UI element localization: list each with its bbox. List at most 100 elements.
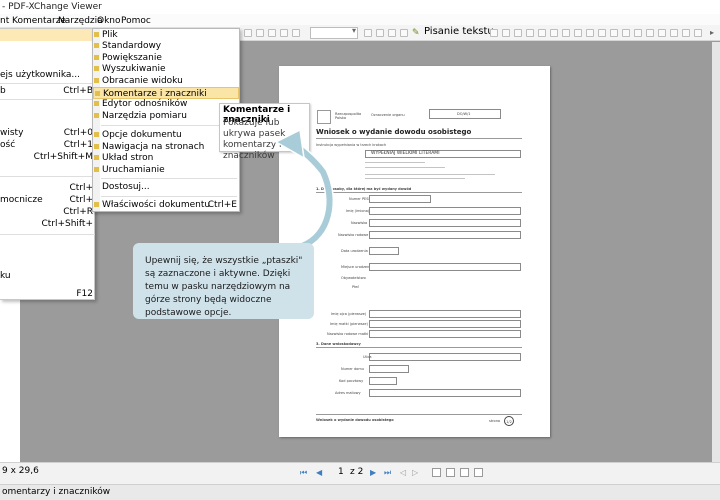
label-surname: Nazwisko (351, 221, 368, 225)
tool-icon[interactable] (658, 29, 666, 37)
single-page-icon[interactable] (432, 468, 441, 477)
first-page-icon[interactable]: ⏮ (300, 468, 307, 478)
menu-item-ku[interactable]: ku (0, 270, 95, 282)
menu-tools[interactable]: Narzędzia (58, 14, 103, 28)
tool-icon[interactable] (514, 29, 522, 37)
menu-item-width[interactable]: ość Ctrl+1 (0, 139, 95, 151)
menu-help[interactable]: Pomoc (121, 14, 151, 28)
tool-icon[interactable] (388, 29, 396, 37)
menu-item-f12[interactable]: F12 (0, 288, 95, 300)
checkmark-icon (94, 66, 99, 71)
submenu-item-links[interactable]: Edytor odnośników (93, 98, 239, 110)
tool-icon[interactable] (364, 29, 372, 37)
tool-icon[interactable] (550, 29, 558, 37)
view-menu: ejs użytkownika... b Ctrl+B wisty Ctrl+0 o… (0, 28, 95, 300)
submenu-item-properties[interactable]: Właściwości dokumentu Ctrl+E (93, 199, 239, 211)
tool-icon[interactable] (562, 29, 570, 37)
menu-item-ctrl[interactable]: Ctrl+ (0, 182, 95, 194)
tool-icon[interactable] (670, 29, 678, 37)
pen-icon[interactable]: ✎ (412, 28, 420, 38)
tool-icon[interactable] (502, 29, 510, 37)
tool-icon[interactable] (280, 29, 288, 37)
label-postcode: Kod pocztowy (339, 379, 364, 383)
doc-line (365, 162, 425, 163)
tool-icon[interactable] (526, 29, 534, 37)
checkmark-icon (94, 202, 99, 207)
menu-item-user-interface[interactable]: ejs użytkownika... (0, 69, 95, 81)
submenu-item-layout[interactable]: Układ stron (93, 152, 239, 164)
menu-window[interactable]: Okno (97, 14, 121, 28)
surname-field (369, 219, 521, 227)
tool-icon[interactable] (538, 29, 546, 37)
last-page-icon[interactable]: ⏭ (384, 468, 391, 478)
tool-icon[interactable] (376, 29, 384, 37)
label-email: Adres mailowy (335, 391, 361, 395)
checkmark-icon (94, 144, 99, 149)
submenu-item-customize[interactable]: Dostosuj... (93, 181, 239, 193)
menu-separator (0, 176, 95, 177)
tool-icon[interactable] (622, 29, 630, 37)
section-1: 1. Dane osoby, dla której ma być wydany … (316, 187, 412, 191)
label-father-name: Imię ojca (pierwsze) (331, 312, 367, 316)
tool-icon[interactable] (598, 29, 606, 37)
tool-icon[interactable] (682, 29, 690, 37)
tool-icon[interactable] (646, 29, 654, 37)
label-first-name: Imię (imiona) (346, 209, 370, 213)
menu-item-lists[interactable]: wisty Ctrl+0 (0, 127, 95, 139)
document-page: Rzeczpospolita Polska Oznaczenie organu … (279, 66, 550, 437)
menu-view[interactable]: nt (0, 14, 9, 28)
tool-icon[interactable] (634, 29, 642, 37)
tool-icon[interactable] (244, 29, 252, 37)
tooltip-body: Pokazuje lub ukrywa pasek komentarzy i z… (223, 118, 286, 161)
tool-icon[interactable] (610, 29, 618, 37)
first-name-field (369, 207, 521, 215)
mother-name-field (369, 320, 521, 328)
prev-page-icon[interactable]: ◀ (316, 468, 322, 477)
birth-place-field (369, 263, 521, 271)
submenu-item-rotate[interactable]: Obracanie widoku (93, 75, 239, 87)
callout-text: Upewnij się, że wszystkie „ptaszki" są z… (145, 256, 303, 318)
menu-item-b[interactable]: b Ctrl+B (0, 85, 95, 97)
back-icon[interactable]: ◁ (400, 468, 406, 477)
checkmark-icon (94, 167, 99, 172)
tool-icon[interactable] (292, 29, 300, 37)
tool-icon[interactable] (490, 29, 498, 37)
doc-divider (316, 192, 522, 193)
tool-icon[interactable] (400, 29, 408, 37)
maiden-name-field (369, 231, 521, 239)
submenu-item-standard[interactable]: Standardowy (93, 40, 239, 52)
facing-continuous-icon[interactable] (474, 468, 483, 477)
postcode-field (369, 377, 397, 385)
vertical-scrollbar[interactable] (712, 42, 720, 462)
zoom-combo[interactable] (310, 26, 358, 39)
label-sex: Płeć (352, 285, 360, 289)
tool-icon[interactable] (256, 29, 264, 37)
menu-item-shift-m[interactable]: Ctrl+Shift+M (0, 151, 95, 163)
menu-item-ctrl-r[interactable]: Ctrl+R (0, 206, 95, 218)
tool-icon[interactable] (574, 29, 582, 37)
tooltip: Komentarze i znaczniki Pokazuje lub ukry… (219, 103, 310, 161)
doc-line (365, 167, 445, 168)
menu-item-helpers[interactable]: mocnicze Ctrl+ (0, 194, 95, 206)
big-letters-text: WYPEŁNIAJ WIELKIMI LITERAMI (371, 151, 440, 156)
next-page-icon[interactable]: ▶ (370, 468, 376, 477)
menu-separator (101, 125, 237, 126)
tool-icon[interactable] (268, 29, 276, 37)
menu-item-toolbars[interactable] (0, 29, 95, 41)
tool-icon[interactable] (586, 29, 594, 37)
menu-separator (101, 196, 237, 197)
submenu-item-measure[interactable]: Narzędzia pomiaru (93, 110, 239, 122)
current-page[interactable]: 1 (338, 467, 344, 477)
facing-icon[interactable] (460, 468, 469, 477)
tool-icon[interactable] (694, 29, 702, 37)
submenu-item-doc-options[interactable]: Opcje dokumentu (93, 129, 239, 141)
menu-item-ctrl-shift[interactable]: Ctrl+Shift+ (0, 218, 95, 230)
submenu-item-search[interactable]: Wyszukiwanie (93, 63, 239, 75)
forward-icon[interactable]: ▷ (412, 468, 418, 477)
typewriter-button[interactable]: Pisanie tekstu (424, 26, 494, 37)
continuous-icon[interactable] (446, 468, 455, 477)
doc-line (365, 174, 495, 175)
chevron-right-icon[interactable]: ▸ (710, 28, 714, 37)
submenu-item-launch[interactable]: Uruchamianie (93, 164, 239, 176)
info-text: omentarzy i znaczników (2, 487, 111, 497)
